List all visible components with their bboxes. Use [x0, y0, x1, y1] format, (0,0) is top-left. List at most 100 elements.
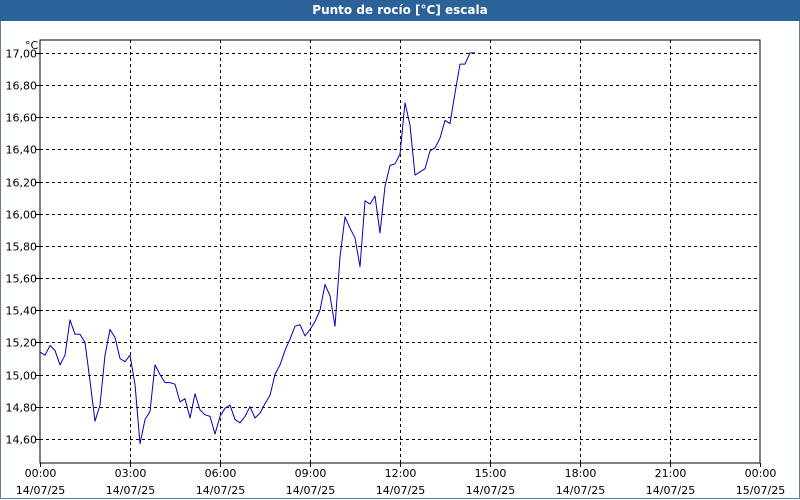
- y-tick-label: 16,20: [6, 177, 38, 190]
- dew-point-chart: °C 14,6014,8015,0015,2015,4015,6015,8016…: [6, 39, 786, 497]
- dew-point-series-line: [39, 52, 475, 445]
- data-point: [364, 200, 365, 201]
- data-point: [174, 384, 175, 385]
- data-point: [329, 295, 330, 296]
- data-point: [164, 382, 165, 383]
- data-point: [169, 382, 170, 383]
- data-point: [104, 355, 105, 356]
- data-point: [234, 419, 235, 420]
- data-point: [219, 416, 220, 417]
- x-tick-time-label: 03:00: [115, 467, 147, 480]
- x-tick-date-label: 14/07/25: [286, 484, 335, 497]
- data-point: [359, 266, 360, 267]
- data-point: [159, 374, 160, 375]
- y-tick-label: 15,60: [6, 273, 38, 286]
- data-point: [139, 443, 140, 444]
- data-point: [254, 417, 255, 418]
- data-point: [394, 163, 395, 164]
- y-tick-label: 15,20: [6, 337, 38, 350]
- data-point: [54, 350, 55, 351]
- data-point: [319, 310, 320, 311]
- x-tick-date-label: 14/07/25: [16, 484, 65, 497]
- x-tick-time-label: 12:00: [385, 467, 417, 480]
- y-tick-label: 16,60: [6, 112, 38, 125]
- data-point: [444, 120, 445, 121]
- y-tick-label: 16,80: [6, 80, 38, 93]
- data-point: [244, 416, 245, 417]
- data-point: [69, 319, 70, 320]
- data-point: [349, 228, 350, 229]
- data-point: [99, 405, 100, 406]
- data-point: [279, 364, 280, 365]
- y-tick-label: 14,80: [6, 402, 38, 415]
- data-point: [284, 350, 285, 351]
- x-tick-date-label: 14/07/25: [466, 484, 515, 497]
- grid-lines: [40, 40, 760, 463]
- data-point: [129, 355, 130, 356]
- series-group: [39, 52, 475, 445]
- data-point: [449, 123, 450, 124]
- data-point: [94, 421, 95, 422]
- data-point: [344, 216, 345, 217]
- data-point: [409, 125, 410, 126]
- data-point: [59, 364, 60, 365]
- data-point: [44, 355, 45, 356]
- y-tick-label: 15,80: [6, 241, 38, 254]
- data-point: [224, 408, 225, 409]
- data-point: [214, 433, 215, 434]
- data-point: [354, 237, 355, 238]
- data-point: [179, 401, 180, 402]
- data-point: [309, 329, 310, 330]
- data-point: [459, 64, 460, 65]
- y-tick-label: 16,00: [6, 209, 38, 222]
- x-tick-date-label: 15/07/25: [736, 484, 785, 497]
- data-point: [114, 337, 115, 338]
- data-point: [264, 403, 265, 404]
- data-point: [84, 342, 85, 343]
- data-point: [439, 138, 440, 139]
- data-point: [294, 326, 295, 327]
- x-tick-time-label: 21:00: [655, 467, 687, 480]
- y-tick-label: 17,00: [6, 48, 38, 61]
- data-point: [64, 355, 65, 356]
- data-point: [469, 52, 470, 53]
- data-point: [289, 339, 290, 340]
- data-point: [269, 395, 270, 396]
- data-point: [229, 405, 230, 406]
- data-point: [414, 175, 415, 176]
- data-point: [314, 321, 315, 322]
- data-point: [389, 165, 390, 166]
- data-point: [384, 186, 385, 187]
- data-point: [239, 422, 240, 423]
- data-point: [304, 335, 305, 336]
- x-axis-ticks: 00:00 14/07/25 03:00 14/07/25 06:00 14/07/25 0…: [16, 463, 785, 497]
- data-point: [49, 345, 50, 346]
- y-tick-label: 15,40: [6, 305, 38, 318]
- data-point: [299, 324, 300, 325]
- y-tick-label: 16,40: [6, 144, 38, 157]
- data-point: [154, 364, 155, 365]
- data-point: [74, 334, 75, 335]
- data-point: [424, 168, 425, 169]
- data-point: [379, 232, 380, 233]
- data-point: [259, 413, 260, 414]
- x-tick-time-label: 00:00: [25, 467, 57, 480]
- data-point: [339, 257, 340, 258]
- data-point: [119, 358, 120, 359]
- x-tick-time-label: 15:00: [475, 467, 507, 480]
- x-tick-date-label: 14/07/25: [556, 484, 605, 497]
- data-point: [404, 102, 405, 103]
- data-point: [249, 406, 250, 407]
- data-point: [184, 398, 185, 399]
- y-axis-ticks: 14,60 14,80 15,00 15,20 15,40 15,60 15,80 16,00…: [6, 48, 40, 447]
- data-point: [149, 411, 150, 412]
- data-point: [474, 52, 475, 53]
- data-point: [419, 171, 420, 172]
- data-point: [274, 374, 275, 375]
- data-point: [454, 93, 455, 94]
- x-tick-date-label: 14/07/25: [106, 484, 155, 497]
- data-point: [109, 329, 110, 330]
- data-point: [79, 334, 80, 335]
- y-tick-label: 14,60: [6, 434, 38, 447]
- data-point: [189, 417, 190, 418]
